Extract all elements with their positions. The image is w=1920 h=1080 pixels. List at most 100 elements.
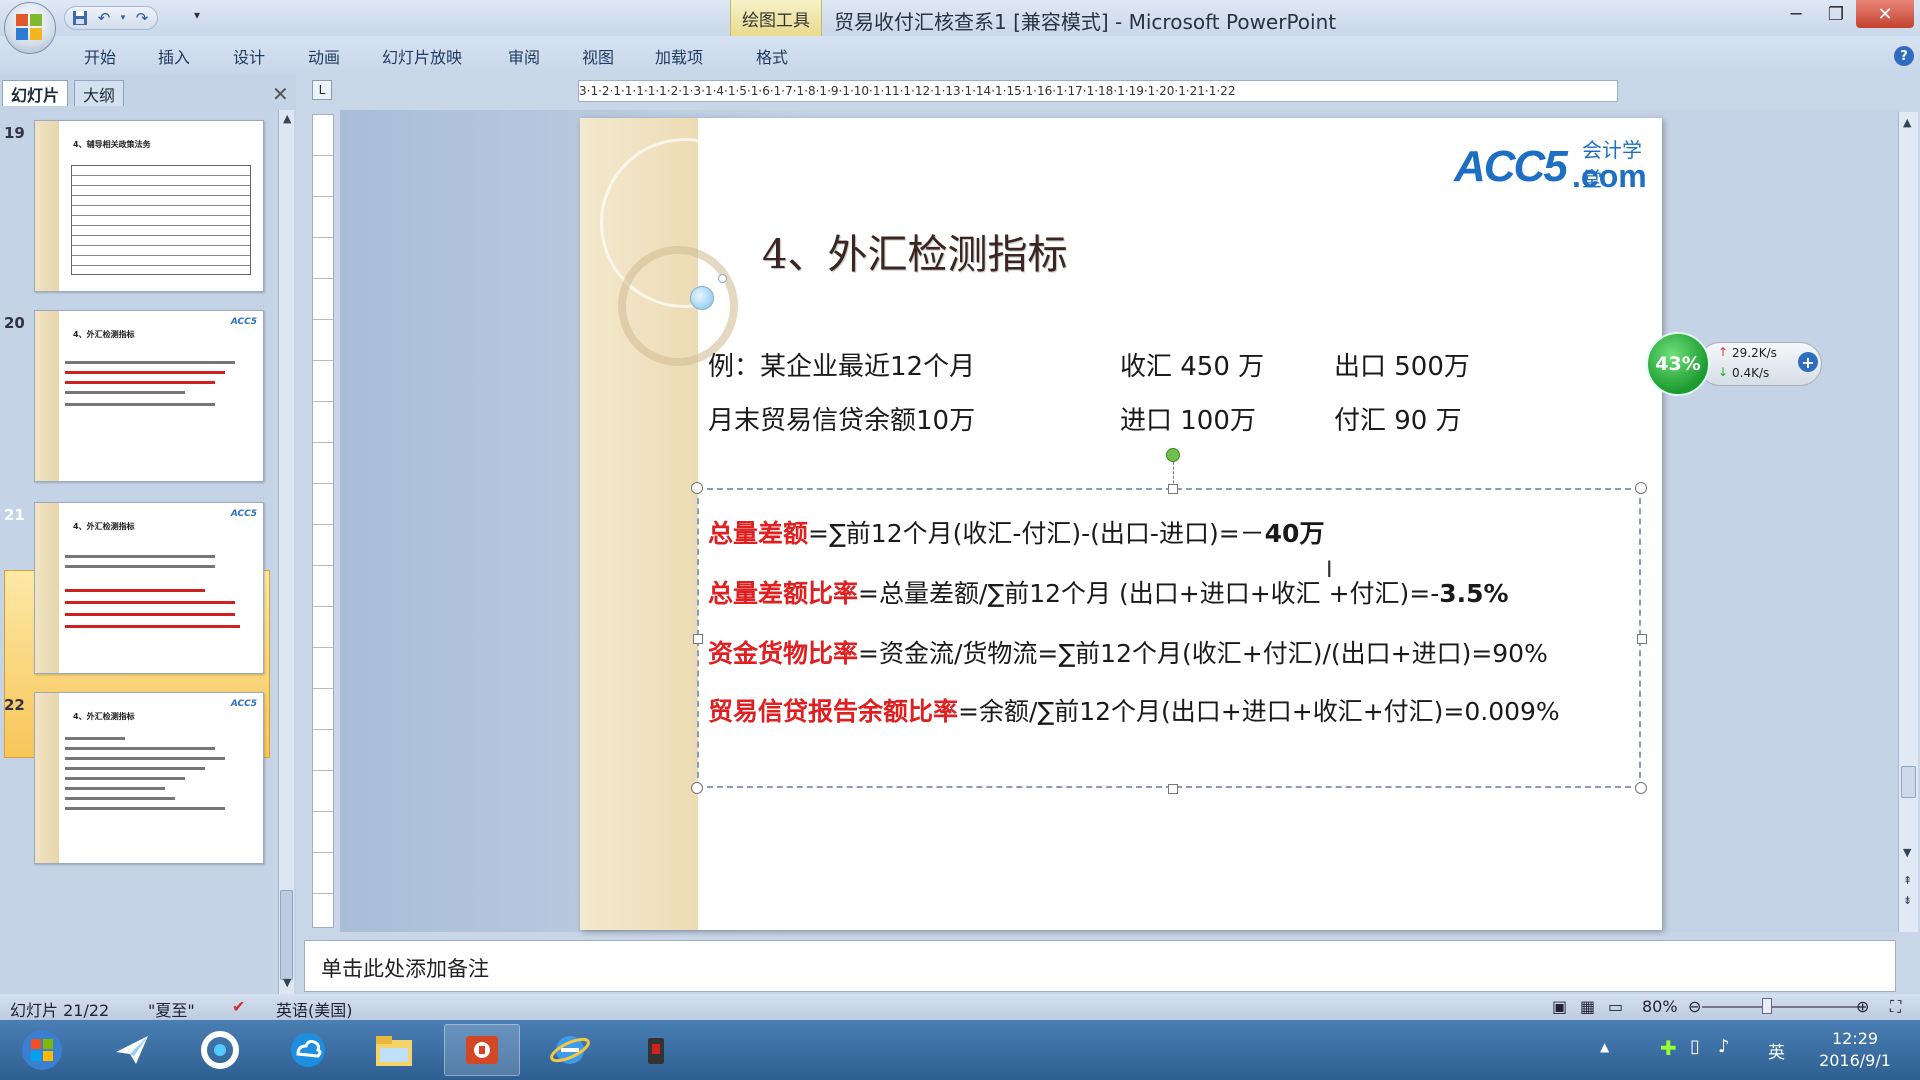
slide-sorter-view-icon[interactable]: ▦ (1580, 997, 1595, 1016)
slide-thumbnail-22[interactable]: ACC5 4、外汇检测指标 (34, 692, 264, 864)
zoom-level[interactable]: 80% (1642, 997, 1678, 1016)
taskbar-cloud-icon[interactable] (270, 1024, 346, 1076)
network-speed-widget[interactable]: 43% ↑ 29.2K/s ↓ 0.4K/s + (1646, 332, 1824, 396)
thumb-text-line (65, 757, 225, 760)
resize-handle[interactable] (1637, 634, 1647, 644)
close-button[interactable]: ✕ (1856, 0, 1914, 28)
scroll-up-icon[interactable]: ▲ (283, 112, 291, 125)
language-indicator[interactable]: 英语(美国) (276, 997, 353, 1021)
deco-bubble (718, 274, 727, 283)
zoom-slider[interactable] (1702, 1006, 1860, 1008)
slides-panel-scrollbar[interactable]: ▲ ▼ (278, 110, 294, 994)
restore-button[interactable]: ❐ (1816, 0, 1856, 28)
tray-360-icon[interactable]: ✚ (1660, 1036, 1677, 1060)
thumb-decoration (35, 121, 59, 291)
tray-device-icon[interactable]: ▯ (1690, 1036, 1700, 1057)
resize-handle[interactable] (691, 482, 703, 494)
taskbar-ie-icon[interactable] (532, 1024, 608, 1076)
normal-view-icon[interactable]: ▣ (1552, 997, 1567, 1016)
clock[interactable]: 12:29 2016/9/1 (1800, 1028, 1910, 1072)
tab-outline[interactable]: 大纲 (74, 80, 125, 106)
start-button[interactable] (4, 1024, 80, 1076)
tab-design[interactable]: 设计 (233, 44, 265, 68)
thumb-logo: ACC5 (230, 509, 257, 519)
tab-review[interactable]: 审阅 (508, 44, 540, 68)
taskbar-recorder-icon[interactable] (618, 1024, 694, 1076)
office-logo-icon (16, 14, 44, 42)
clock-date: 2016/9/1 (1819, 1051, 1891, 1070)
next-slide-icon[interactable]: ⇟ (1903, 894, 1912, 907)
minimize-button[interactable]: ─ (1776, 0, 1816, 28)
help-icon[interactable]: ? (1894, 46, 1914, 66)
slide-thumbnail-19[interactable]: 4、辅导相关政策法务 (34, 120, 264, 292)
customize-qat-icon[interactable]: ▾ (194, 8, 200, 22)
taskbar-360-browser-icon[interactable] (182, 1024, 258, 1076)
tab-slides[interactable]: 幻灯片 (2, 80, 69, 106)
slide-canvas[interactable]: ACC5 会计学堂 .com 4、外汇检测指标 例：某企业最近12个月 收汇 4… (580, 118, 1662, 930)
show-hidden-icons-icon[interactable]: ▲ (1600, 1040, 1609, 1054)
slideshow-view-icon[interactable]: ▭ (1608, 997, 1623, 1016)
title-bar: ↶ ▾ ↷ ▾ 绘图工具 贸易收付汇核查系1 [兼容模式] - Microsof… (0, 0, 1920, 36)
spell-check-icon[interactable]: ✔ (232, 997, 245, 1016)
formula-total-difference: 总量差额=∑前12个月(收汇-付汇)-(出口-进口)=－40万 (708, 514, 1324, 550)
tab-animations[interactable]: 动画 (308, 44, 340, 68)
notes-placeholder: 单击此处添加备注 (321, 957, 489, 981)
theme-name[interactable]: "夏至" (148, 997, 195, 1021)
scroll-down-icon[interactable]: ▼ (1903, 846, 1911, 859)
resize-handle[interactable] (1168, 484, 1178, 494)
thumb-logo: ACC5 (230, 317, 257, 327)
tab-format[interactable]: 格式 (756, 44, 788, 68)
undo-icon[interactable]: ↶ (95, 9, 113, 27)
resize-handle[interactable] (691, 782, 703, 794)
thumb-logo: ACC5 (230, 699, 257, 709)
taskbar-explorer-icon[interactable] (356, 1024, 432, 1076)
tab-addins[interactable]: 加载项 (655, 44, 703, 68)
example-line1-left: 例：某企业最近12个月 (708, 352, 976, 382)
scroll-up-icon[interactable]: ▲ (1903, 116, 1911, 129)
zoom-slider-knob[interactable] (1762, 998, 1772, 1014)
previous-slide-icon[interactable]: ⇞ (1903, 874, 1912, 887)
resize-handle[interactable] (1635, 482, 1647, 494)
formula-label: 总量差额比率 (708, 579, 859, 608)
taskbar-powerpoint-icon[interactable] (444, 1024, 520, 1076)
example-line2-left: 月末贸易信贷余额10万 (708, 406, 976, 436)
input-method-indicator[interactable]: 英 (1768, 1038, 1785, 1063)
office-button[interactable] (4, 2, 56, 54)
tab-insert[interactable]: 插入 (158, 44, 190, 68)
zoom-out-icon[interactable]: ⊖ (1688, 997, 1701, 1016)
tab-home[interactable]: 开始 (84, 44, 116, 68)
thumb-text-line (65, 807, 225, 810)
vertical-scrollbar[interactable]: ▲ ▼ ⇞ ⇟ (1898, 112, 1918, 932)
rotate-handle[interactable] (1166, 448, 1180, 462)
slide-thumbnail-20[interactable]: ACC5 4、外汇检测指标 (34, 310, 264, 482)
tab-view[interactable]: 视图 (582, 44, 614, 68)
volume-icon[interactable]: ♪ (1718, 1036, 1730, 1057)
tab-selector-icon[interactable]: L (312, 80, 332, 100)
windows-taskbar: ▲ ✚ ▯ ♪ 英 12:29 2016/9/1 (0, 1020, 1920, 1080)
slide-thumbnail-21[interactable]: ACC5 4、外汇检测指标 (34, 502, 264, 674)
resize-handle[interactable] (693, 634, 703, 644)
thumb-text-line (65, 767, 205, 770)
taskbar-feige-icon[interactable] (94, 1024, 170, 1076)
undo-dropdown-icon[interactable]: ▾ (119, 9, 127, 27)
tab-slideshow[interactable]: 幻灯片放映 (382, 44, 462, 68)
slide-title[interactable]: 4、外汇检测指标 (762, 222, 1067, 280)
close-panel-icon[interactable]: ✕ (272, 82, 289, 106)
zoom-in-icon[interactable]: ⊕ (1856, 997, 1869, 1016)
scroll-down-icon[interactable]: ▼ (283, 976, 291, 989)
accelerate-plus-icon[interactable]: + (1798, 352, 1818, 372)
thumb-title: 4、外汇检测指标 (73, 712, 135, 721)
redo-icon[interactable]: ↷ (133, 9, 151, 27)
text-cursor-icon: I (1326, 558, 1333, 583)
slides-panel: 幻灯片 大纲 ✕ 19 4、辅导相关政策法务 20 ACC5 4、外汇检测指标 … (0, 74, 296, 994)
scrollbar-thumb[interactable] (280, 890, 293, 980)
resize-handle[interactable] (1168, 784, 1178, 794)
notes-pane[interactable]: 单击此处添加备注 (304, 940, 1896, 992)
scrollbar-thumb[interactable] (1901, 766, 1916, 798)
save-icon[interactable] (71, 9, 89, 27)
horizontal-ruler: 3·1·2·1·1·1·1·1·2·1·3·1·4·1·5·1·6·1·7·1·… (578, 80, 1618, 102)
logo-acc5: ACC5 (1454, 142, 1568, 191)
resize-handle[interactable] (1635, 782, 1647, 794)
thumb-number: 20 (4, 314, 25, 332)
fit-to-window-icon[interactable]: ⛶ (1890, 997, 1901, 1017)
